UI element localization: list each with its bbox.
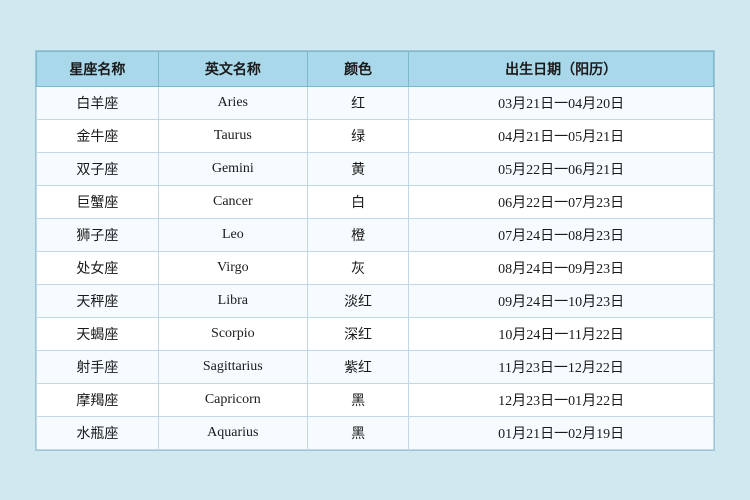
header-english: 英文名称: [158, 51, 307, 86]
table-row: 双子座Gemini黄05月22日一06月21日: [37, 152, 714, 185]
cell-date: 04月21日一05月21日: [409, 119, 714, 152]
cell-english: Gemini: [158, 152, 307, 185]
table-header-row: 星座名称 英文名称 颜色 出生日期（阳历）: [37, 51, 714, 86]
cell-color: 白: [307, 185, 409, 218]
table-row: 水瓶座Aquarius黑01月21日一02月19日: [37, 416, 714, 449]
table-row: 金牛座Taurus绿04月21日一05月21日: [37, 119, 714, 152]
cell-chinese: 射手座: [37, 350, 159, 383]
zodiac-table-container: 星座名称 英文名称 颜色 出生日期（阳历） 白羊座Aries红03月21日一04…: [35, 50, 715, 451]
table-row: 天秤座Libra淡红09月24日一10月23日: [37, 284, 714, 317]
table-row: 射手座Sagittarius紫红11月23日一12月22日: [37, 350, 714, 383]
cell-chinese: 狮子座: [37, 218, 159, 251]
cell-english: Virgo: [158, 251, 307, 284]
cell-color: 深红: [307, 317, 409, 350]
cell-color: 黄: [307, 152, 409, 185]
cell-date: 01月21日一02月19日: [409, 416, 714, 449]
table-row: 天蝎座Scorpio深红10月24日一11月22日: [37, 317, 714, 350]
table-row: 白羊座Aries红03月21日一04月20日: [37, 86, 714, 119]
cell-chinese: 双子座: [37, 152, 159, 185]
cell-color: 灰: [307, 251, 409, 284]
cell-color: 黑: [307, 416, 409, 449]
cell-english: Leo: [158, 218, 307, 251]
cell-english: Aquarius: [158, 416, 307, 449]
table-row: 处女座Virgo灰08月24日一09月23日: [37, 251, 714, 284]
table-row: 巨蟹座Cancer白06月22日一07月23日: [37, 185, 714, 218]
header-date: 出生日期（阳历）: [409, 51, 714, 86]
cell-date: 06月22日一07月23日: [409, 185, 714, 218]
cell-english: Scorpio: [158, 317, 307, 350]
header-color: 颜色: [307, 51, 409, 86]
cell-english: Capricorn: [158, 383, 307, 416]
cell-chinese: 天秤座: [37, 284, 159, 317]
cell-date: 09月24日一10月23日: [409, 284, 714, 317]
cell-date: 07月24日一08月23日: [409, 218, 714, 251]
zodiac-table: 星座名称 英文名称 颜色 出生日期（阳历） 白羊座Aries红03月21日一04…: [36, 51, 714, 450]
cell-chinese: 金牛座: [37, 119, 159, 152]
cell-date: 12月23日一01月22日: [409, 383, 714, 416]
cell-date: 03月21日一04月20日: [409, 86, 714, 119]
cell-date: 05月22日一06月21日: [409, 152, 714, 185]
cell-color: 橙: [307, 218, 409, 251]
cell-chinese: 水瓶座: [37, 416, 159, 449]
cell-color: 紫红: [307, 350, 409, 383]
cell-english: Aries: [158, 86, 307, 119]
cell-chinese: 处女座: [37, 251, 159, 284]
cell-date: 11月23日一12月22日: [409, 350, 714, 383]
cell-english: Libra: [158, 284, 307, 317]
cell-date: 10月24日一11月22日: [409, 317, 714, 350]
cell-color: 绿: [307, 119, 409, 152]
cell-english: Cancer: [158, 185, 307, 218]
table-row: 摩羯座Capricorn黑12月23日一01月22日: [37, 383, 714, 416]
cell-color: 红: [307, 86, 409, 119]
cell-chinese: 白羊座: [37, 86, 159, 119]
cell-chinese: 巨蟹座: [37, 185, 159, 218]
cell-color: 淡红: [307, 284, 409, 317]
cell-chinese: 摩羯座: [37, 383, 159, 416]
cell-chinese: 天蝎座: [37, 317, 159, 350]
table-row: 狮子座Leo橙07月24日一08月23日: [37, 218, 714, 251]
cell-english: Sagittarius: [158, 350, 307, 383]
cell-color: 黑: [307, 383, 409, 416]
header-chinese: 星座名称: [37, 51, 159, 86]
cell-english: Taurus: [158, 119, 307, 152]
table-body: 白羊座Aries红03月21日一04月20日金牛座Taurus绿04月21日一0…: [37, 86, 714, 449]
cell-date: 08月24日一09月23日: [409, 251, 714, 284]
